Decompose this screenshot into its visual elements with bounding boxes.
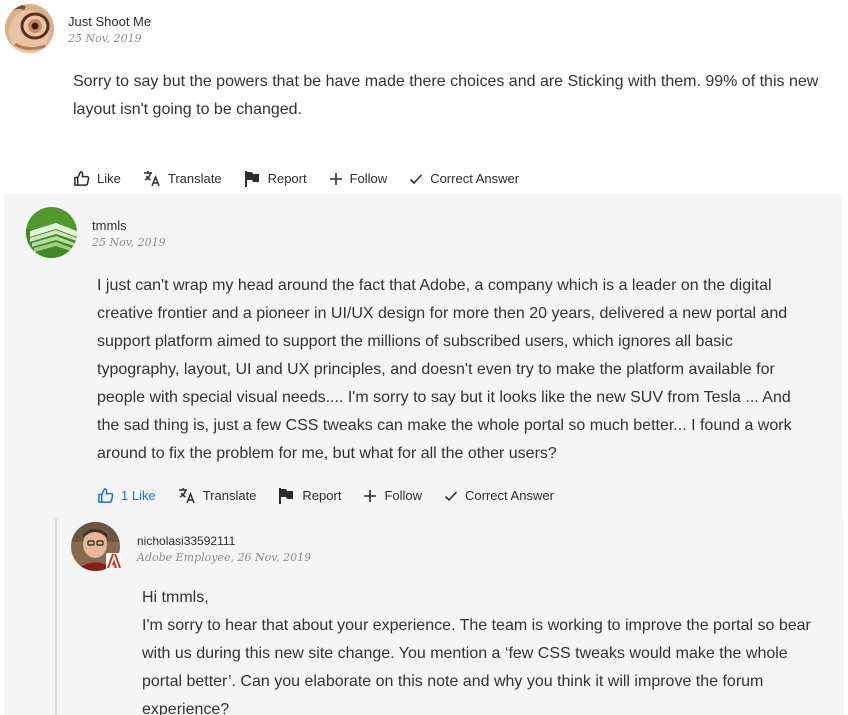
post-actions: 1 Like Translate Report Follow Correct A… xyxy=(97,487,576,504)
follow-label: Follow xyxy=(349,171,388,186)
thumbs-up-icon xyxy=(74,171,90,186)
correct-answer-label: Correct Answer xyxy=(430,171,520,186)
like-button[interactable]: Like xyxy=(73,170,121,187)
thumbs-up-icon xyxy=(98,488,114,503)
flag-icon xyxy=(279,488,294,504)
post-body: Hi tmmls, I'm sorry to hear that about y… xyxy=(142,584,822,715)
plus-icon xyxy=(364,489,377,502)
avatar[interactable] xyxy=(5,4,54,53)
report-button[interactable]: Report xyxy=(278,487,341,504)
author-name[interactable]: tmmls xyxy=(92,218,127,233)
post-body-text: I'm sorry to hear that about your experi… xyxy=(142,617,811,715)
report-button[interactable]: Report xyxy=(244,170,307,187)
post-actions: Like Translate Report Follow Correct Ans… xyxy=(73,170,541,187)
checkmark-icon xyxy=(444,490,458,501)
like-button[interactable]: 1 Like xyxy=(97,487,156,504)
post-body: I just can't wrap my head around the fac… xyxy=(97,272,817,468)
correct-answer-label: Correct Answer xyxy=(465,488,554,503)
follow-button[interactable]: Follow xyxy=(329,171,388,186)
follow-label: Follow xyxy=(384,488,423,503)
author-name[interactable]: Just Shoot Me xyxy=(68,14,151,29)
post-body-text: Sorry to say but the powers that be have… xyxy=(73,73,819,118)
translate-label: Translate xyxy=(202,488,257,503)
like-label: Like xyxy=(97,171,121,186)
adobe-employee-badge xyxy=(106,553,122,569)
like-count-label: 1 Like xyxy=(121,488,156,503)
correct-answer-button[interactable]: Correct Answer xyxy=(444,488,554,503)
flag-icon xyxy=(244,171,259,187)
translate-label: Translate xyxy=(167,171,222,186)
plus-icon xyxy=(329,172,342,185)
reply-nicholasi: nicholasi33592111 Adobe Employee, 26 Nov… xyxy=(55,519,844,715)
post-date: 25 Nov, 2019 xyxy=(92,236,166,249)
report-label: Report xyxy=(267,171,307,186)
report-label: Report xyxy=(302,488,342,503)
translate-button[interactable]: Translate xyxy=(143,170,222,187)
post-body-text: I just can't wrap my head around the fac… xyxy=(97,277,792,462)
checkmark-icon xyxy=(410,173,423,184)
follow-button[interactable]: Follow xyxy=(363,488,422,503)
translate-icon xyxy=(178,488,195,504)
discussion-thread: Just Shoot Me 25 Nov, 2019 Sorry to say … xyxy=(0,0,848,715)
post-body: Sorry to say but the powers that be have… xyxy=(73,68,843,124)
post-just-shoot-me: Just Shoot Me 25 Nov, 2019 Sorry to say … xyxy=(0,0,848,194)
adobe-logo-icon xyxy=(107,554,121,568)
reply-greeting: Hi tmmls, xyxy=(142,589,209,606)
translate-button[interactable]: Translate xyxy=(178,487,257,504)
avatar[interactable] xyxy=(26,207,77,258)
correct-answer-button[interactable]: Correct Answer xyxy=(409,171,519,186)
post-tmmls: tmmls 25 Nov, 2019 I just can't wrap my … xyxy=(4,194,844,715)
author-name[interactable]: nicholasi33592111 xyxy=(137,534,235,548)
translate-icon xyxy=(143,171,160,187)
post-date: 25 Nov, 2019 xyxy=(68,32,142,45)
post-meta: Adobe Employee, 26 Nov, 2019 xyxy=(137,551,312,564)
